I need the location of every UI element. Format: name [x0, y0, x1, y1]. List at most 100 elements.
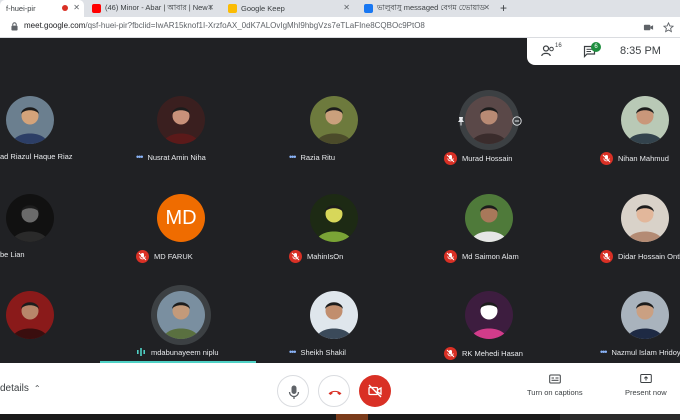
participant-name: Nihan Mahmud [618, 154, 669, 163]
participant-name: mdabunayeem niplu [151, 347, 219, 357]
meeting-controls-bar: details ⌃ Turn on captions Present now [0, 363, 680, 420]
participant-name-row: ad Riazul Haque Riaz [0, 152, 85, 161]
facebook-icon [364, 4, 373, 13]
keep-icon [228, 4, 237, 13]
avatar [310, 291, 358, 339]
url-path: /qsf-huei-pir?fbclid=IwAR15knof1I-XrzfoA… [85, 21, 425, 30]
camera-blocked-icon[interactable] [643, 20, 654, 31]
avatar-photo-icon [157, 291, 205, 339]
close-tab-icon[interactable]: ✕ [343, 3, 350, 12]
url-text[interactable]: meet.google.com/qsf-huei-pir?fbclid=IwAR… [24, 21, 425, 30]
participant-tile[interactable]: Nihan Mahmud [590, 96, 680, 191]
address-bar[interactable]: meet.google.com/qsf-huei-pir?fbclid=IwAR… [0, 17, 680, 38]
mic-off-icon [444, 250, 457, 263]
tab-youtube[interactable]: (46) Minor - Abar | আবার | New I ✕ [86, 0, 218, 17]
os-taskbar [0, 414, 680, 420]
avatar-photo-icon [621, 96, 669, 144]
tab-facebook[interactable]: ভালুবাসু messaged বেগম ভোেয়াড ✕ [358, 0, 494, 17]
participant-tile[interactable]: Md Saimon Alam [434, 194, 544, 289]
present-now-button[interactable]: Present now [625, 373, 667, 397]
camera-button[interactable] [359, 375, 391, 407]
microphone-button[interactable] [277, 375, 309, 407]
avatar-photo-icon [465, 194, 513, 242]
participant-tile[interactable]: Didar Hossain Onthor [590, 194, 680, 289]
participant-name-row: Nihan Mahmud [590, 152, 680, 165]
captions-button[interactable]: Turn on captions [527, 373, 583, 397]
tab-title: Google Keep [241, 4, 285, 13]
bookmark-star-icon[interactable] [662, 20, 675, 33]
participant-name: RK Mehedi Hasan [462, 349, 523, 358]
youtube-icon [92, 4, 101, 13]
participant-name-row: ••• Nusrat Amin Niha [126, 152, 236, 162]
avatar: MD [157, 194, 205, 242]
participant-tile[interactable]: ad Riazul Haque Riaz [0, 96, 85, 191]
avatar [157, 96, 205, 144]
avatar [621, 291, 669, 339]
microphone-icon [288, 385, 300, 399]
participant-name-row: Md Saimon Alam [434, 250, 544, 263]
close-tab-icon[interactable]: ✕ [207, 3, 214, 12]
participant-tile[interactable]: MahinIsOn [279, 194, 389, 289]
more-options-icon[interactable]: ••• [600, 347, 608, 357]
present-label: Present now [625, 388, 667, 397]
avatar-photo-icon [6, 291, 54, 339]
avatar [465, 291, 513, 339]
participant-tile[interactable]: MD MD FARUK [126, 194, 236, 289]
participant-name: Md Saimon Alam [462, 252, 519, 261]
avatar-photo-icon [621, 194, 669, 242]
participant-name: Sheikh Shakil [300, 347, 346, 357]
people-icon[interactable] [541, 45, 555, 57]
participant-name: MahinIsOn [307, 252, 344, 261]
participant-name-row: Didar Hossain Onthor [590, 250, 680, 263]
mic-off-icon [289, 250, 302, 263]
close-tab-icon[interactable]: ✕ [73, 3, 80, 12]
participant-name-row: ••• Sheikh Shakil [279, 347, 389, 357]
mic-off-icon [444, 152, 457, 165]
participant-name-row: RK Mehedi Hasan [434, 347, 544, 360]
participant-tile[interactable]: ••• Nusrat Amin Niha [126, 96, 236, 191]
avatar [310, 96, 358, 144]
participant-name-row: MD FARUK [126, 250, 236, 263]
close-tab-icon[interactable]: ✕ [483, 3, 490, 12]
speaking-icon [136, 347, 146, 357]
avatar-photo-icon [6, 96, 54, 144]
avatar-photo-icon [6, 194, 54, 242]
mic-off-icon [136, 250, 149, 263]
participant-name-row: mdabunayeem niplu [126, 347, 236, 357]
participant-name: MD FARUK [154, 252, 193, 261]
chat-badge: 6 [591, 42, 601, 52]
participant-tile[interactable]: Murad Hossain [434, 90, 544, 191]
avatar [310, 194, 358, 242]
new-tab-button[interactable]: + [500, 0, 507, 17]
more-options-icon[interactable]: ••• [136, 152, 144, 162]
participant-tile[interactable]: ••• Razia Ritu [279, 96, 389, 191]
more-options-icon[interactable]: ••• [289, 152, 297, 162]
details-label: details [0, 383, 29, 394]
more-options-icon[interactable]: ••• [289, 347, 297, 357]
pin-icon[interactable] [456, 113, 466, 126]
avatar-photo-icon [310, 96, 358, 144]
present-icon [640, 374, 652, 383]
tab-title: f-huei-pir [6, 4, 36, 13]
chevron-up-icon: ⌃ [33, 384, 41, 393]
tab-google-keep[interactable]: Google Keep ✕ [222, 0, 354, 17]
captions-icon [548, 374, 561, 384]
camera-off-icon [368, 384, 382, 398]
hang-up-icon [328, 390, 342, 395]
avatar [6, 194, 54, 242]
browser-tab-strip: f-huei-pir ✕ (46) Minor - Abar | আবার | … [0, 0, 680, 17]
tab-title: ভালুবাসু messaged বেগম ভোেয়াড [377, 2, 485, 12]
participant-name-row: ••• Nazmul Islam Hridoy [590, 347, 680, 357]
meeting-details-button[interactable]: details ⌃ [0, 383, 41, 394]
meeting-info-card: 16 6 8:35 PM [527, 38, 680, 65]
avatar [621, 96, 669, 144]
remove-icon[interactable] [512, 113, 522, 126]
participant-name-row: ••• Razia Ritu [279, 152, 389, 162]
participant-name: be Lian [0, 250, 25, 259]
leave-call-button[interactable] [318, 375, 350, 407]
participant-name: Nazmul Islam Hridoy [611, 347, 680, 357]
participant-tile[interactable]: be Lian [0, 194, 85, 289]
avatar [157, 291, 205, 339]
tab-meet[interactable]: f-huei-pir ✕ [0, 0, 84, 17]
mic-off-icon [444, 347, 457, 360]
